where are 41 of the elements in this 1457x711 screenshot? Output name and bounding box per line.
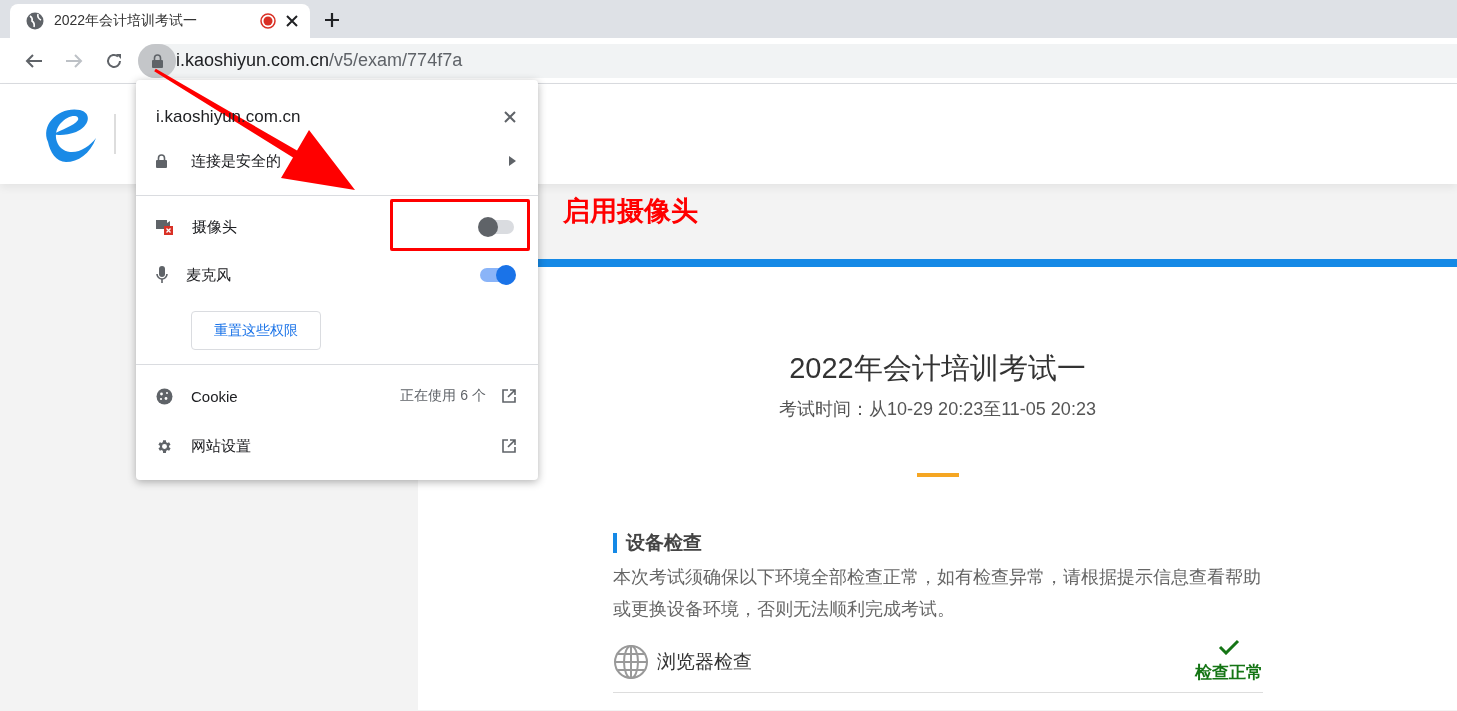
reset-permissions-button[interactable]: 重置这些权限	[191, 311, 321, 350]
lock-button[interactable]	[138, 43, 176, 78]
cookie-icon	[156, 387, 173, 405]
camera-blocked-icon	[156, 219, 174, 235]
section-heading: 设备检查	[612, 533, 1263, 553]
tab-title: 2022年会计培训考试一	[54, 12, 199, 30]
lock-icon	[151, 53, 163, 68]
globe-icon	[26, 12, 44, 30]
section-description: 本次考试须确保以下环境全部检查正常，如有检查异常，请根据提示信息查看帮助或更换设备环境，否则无法顺利完成考试。	[612, 566, 1262, 621]
settings-icon	[156, 437, 173, 455]
close-icon	[504, 111, 516, 123]
globe-icon	[612, 643, 649, 680]
link-detail: 正在使用 6 个	[400, 387, 486, 405]
external-link-icon	[502, 389, 516, 403]
toggle-switch[interactable]	[478, 217, 516, 237]
annotation-text: 启用摄像头	[563, 195, 698, 228]
external-link-icon	[502, 439, 516, 453]
url-text: i.kaoshiyun.com.cn/v5/exam/774f7a	[176, 50, 463, 71]
check-status: 检查正常	[1194, 662, 1263, 684]
check-label: 浏览器检查	[656, 649, 753, 674]
permission-label: 摄像头	[192, 217, 238, 237]
popup-link-row[interactable]: Cookie 正在使用 6 个	[136, 371, 538, 421]
close-button[interactable]	[504, 111, 516, 123]
reload-icon	[105, 51, 123, 70]
permission-label: 麦克风	[186, 265, 232, 285]
caret-icon	[509, 156, 516, 166]
connection-row[interactable]: 连接是安全的	[136, 146, 538, 176]
exam-title: 2022年会计培训考试一	[789, 351, 1086, 386]
browser-tab[interactable]: 2022年会计培训考试一	[10, 4, 310, 38]
plus-icon	[324, 12, 340, 28]
close-icon[interactable]	[286, 15, 298, 27]
forward-arrow-icon	[65, 52, 83, 69]
microphone-icon	[156, 266, 168, 284]
lock-icon	[156, 154, 167, 168]
back-arrow-icon	[25, 52, 43, 69]
link-label: 网站设置	[191, 436, 252, 456]
popup-link-row[interactable]: 网站设置	[136, 421, 538, 471]
exam-time: 考试时间：从10-29 20:23至11-05 20:23	[779, 398, 1096, 421]
link-label: Cookie	[191, 387, 239, 405]
toggle-switch[interactable]	[478, 265, 516, 285]
address-bar[interactable]: i.kaoshiyun.com.cn/v5/exam/774f7a	[138, 43, 1457, 78]
